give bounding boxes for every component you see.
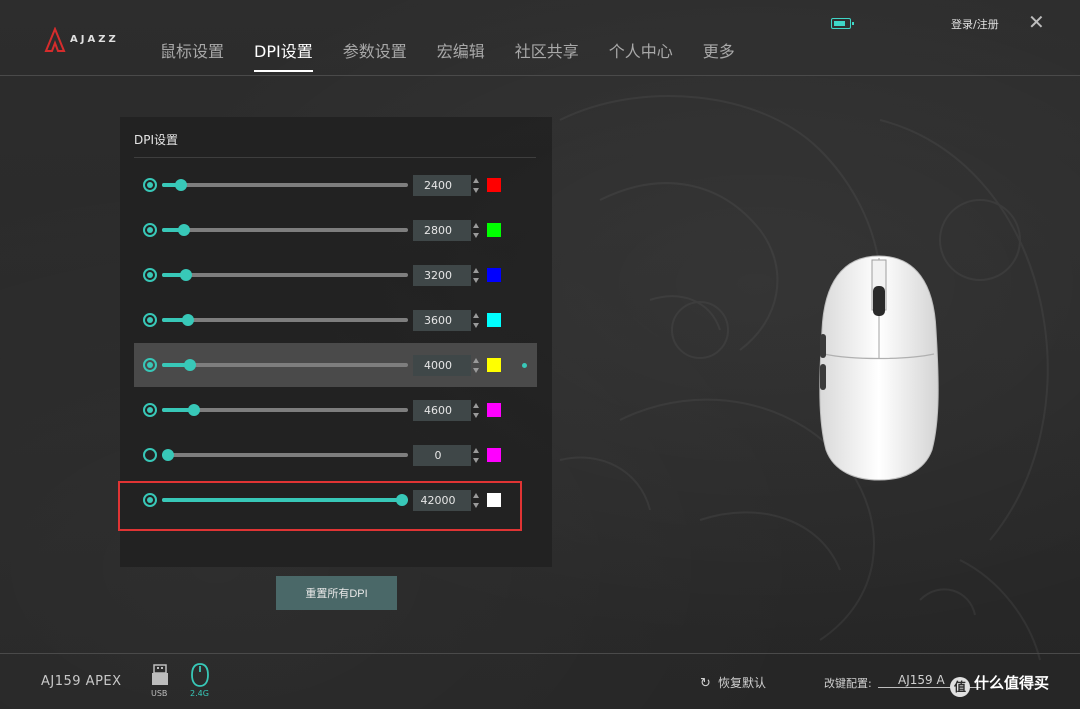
dpi-enable-radio[interactable] (143, 223, 157, 237)
tab-parameter-settings[interactable]: 参数设置 (343, 38, 407, 72)
panel-title: DPI设置 (134, 133, 179, 147)
dpi-value-input[interactable]: 3200 (413, 265, 471, 286)
header-divider (0, 75, 1080, 76)
brand-name: AJAZZ (70, 34, 119, 45)
close-icon[interactable]: ✕ (1028, 12, 1045, 32)
dpi-value-input[interactable]: 2400 (413, 175, 471, 196)
tab-community-share[interactable]: 社区共享 (515, 38, 579, 72)
device-model: AJ159 APEX (41, 674, 122, 689)
dpi-enable-radio[interactable] (143, 448, 157, 462)
header: AJAZZ 鼠标设置 DPI设置 参数设置 宏编辑 社区共享 个人中心 更多 登… (0, 0, 1080, 76)
tab-dpi-settings[interactable]: DPI设置 (254, 38, 313, 72)
key-config-label: 改键配置: (824, 677, 872, 690)
dpi-row[interactable]: 0 (134, 433, 537, 477)
battery-icon (831, 18, 854, 29)
wireless-label: 2.4G (190, 689, 209, 698)
dpi-color-swatch[interactable] (487, 223, 501, 237)
panel-divider (134, 157, 536, 158)
dpi-spinner[interactable] (473, 400, 481, 421)
spinner-down-icon[interactable] (473, 233, 479, 238)
main-tabs: 鼠标设置 DPI设置 参数设置 宏编辑 社区共享 个人中心 更多 (160, 38, 765, 72)
dpi-row[interactable]: 2400 (134, 163, 537, 207)
dpi-value-input[interactable]: 2800 (413, 220, 471, 241)
usb-label: USB (151, 689, 168, 698)
dpi-row[interactable]: 4600 (134, 388, 537, 432)
dpi-slider[interactable] (162, 359, 408, 371)
spinner-down-icon[interactable] (473, 188, 479, 193)
dpi-value-input[interactable]: 3600 (413, 310, 471, 331)
login-register-link[interactable]: 登录/注册 (951, 16, 999, 32)
spinner-down-icon[interactable] (473, 323, 479, 328)
spinner-down-icon[interactable] (473, 278, 479, 283)
dpi-slider-thumb[interactable] (177, 224, 190, 236)
spinner-up-icon[interactable] (473, 448, 479, 453)
watermark: 值什么值得买 (950, 672, 1049, 697)
dpi-color-swatch[interactable] (487, 448, 501, 462)
tab-macro-editor[interactable]: 宏编辑 (437, 38, 485, 72)
dpi-slider[interactable] (162, 449, 408, 461)
dpi-row[interactable]: 4000 (134, 343, 537, 387)
annotation-highlight-box (118, 481, 522, 531)
dpi-value-input[interactable]: 4600 (413, 400, 471, 421)
dpi-slider-thumb[interactable] (179, 269, 192, 281)
dpi-row[interactable]: 2800 (134, 208, 537, 252)
dpi-enable-radio[interactable] (143, 268, 157, 282)
current-dpi-indicator (522, 363, 527, 368)
restore-defaults-label: 恢复默认 (718, 676, 767, 690)
dpi-color-swatch[interactable] (487, 313, 501, 327)
dpi-slider[interactable] (162, 179, 408, 191)
spinner-down-icon[interactable] (473, 458, 479, 463)
dpi-color-swatch[interactable] (487, 403, 501, 417)
dpi-enable-radio[interactable] (143, 358, 157, 372)
dpi-slider[interactable] (162, 314, 408, 326)
spinner-down-icon[interactable] (473, 368, 479, 373)
watermark-text: 什么值得买 (974, 674, 1050, 692)
tab-more[interactable]: 更多 (703, 38, 735, 72)
dpi-slider-thumb[interactable] (184, 359, 197, 371)
usb-icon[interactable] (150, 664, 170, 686)
dpi-slider[interactable] (162, 269, 408, 281)
dpi-spinner[interactable] (473, 355, 481, 376)
dpi-enable-radio[interactable] (143, 313, 157, 327)
dpi-slider[interactable] (162, 404, 408, 416)
wireless-mouse-icon[interactable] (190, 662, 210, 688)
dpi-row[interactable]: 3600 (134, 298, 537, 342)
spinner-up-icon[interactable] (473, 223, 479, 228)
dpi-slider-thumb[interactable] (175, 179, 188, 191)
dpi-value-input[interactable]: 4000 (413, 355, 471, 376)
spinner-up-icon[interactable] (473, 268, 479, 273)
spinner-up-icon[interactable] (473, 178, 479, 183)
watermark-logo-icon: 值 (950, 677, 970, 697)
dpi-enable-radio[interactable] (143, 403, 157, 417)
spinner-up-icon[interactable] (473, 313, 479, 318)
dpi-color-swatch[interactable] (487, 358, 501, 372)
dpi-spinner[interactable] (473, 220, 481, 241)
dpi-slider-thumb[interactable] (187, 404, 200, 416)
footer-divider (0, 653, 1080, 654)
restore-defaults-button[interactable]: ↻ 恢复默认 (700, 674, 766, 691)
refresh-icon: ↻ (700, 676, 711, 691)
dpi-spinner[interactable] (473, 310, 481, 331)
dpi-spinner[interactable] (473, 175, 481, 196)
dpi-color-swatch[interactable] (487, 268, 501, 282)
dpi-row[interactable]: 3200 (134, 253, 537, 297)
tab-mouse-settings[interactable]: 鼠标设置 (160, 38, 224, 72)
reset-all-dpi-button[interactable]: 重置所有DPI (276, 576, 397, 610)
dpi-enable-radio[interactable] (143, 178, 157, 192)
dpi-slider-thumb[interactable] (162, 449, 174, 461)
spinner-down-icon[interactable] (473, 413, 479, 418)
mouse-illustration (819, 255, 939, 481)
dpi-color-swatch[interactable] (487, 178, 501, 192)
dpi-spinner[interactable] (473, 265, 481, 286)
dpi-slider[interactable] (162, 224, 408, 236)
spinner-up-icon[interactable] (473, 358, 479, 363)
dpi-spinner[interactable] (473, 445, 481, 466)
dpi-slider-thumb[interactable] (182, 314, 195, 326)
spinner-up-icon[interactable] (473, 403, 479, 408)
dpi-value-input[interactable]: 0 (413, 445, 471, 466)
tab-personal-center[interactable]: 个人中心 (609, 38, 673, 72)
